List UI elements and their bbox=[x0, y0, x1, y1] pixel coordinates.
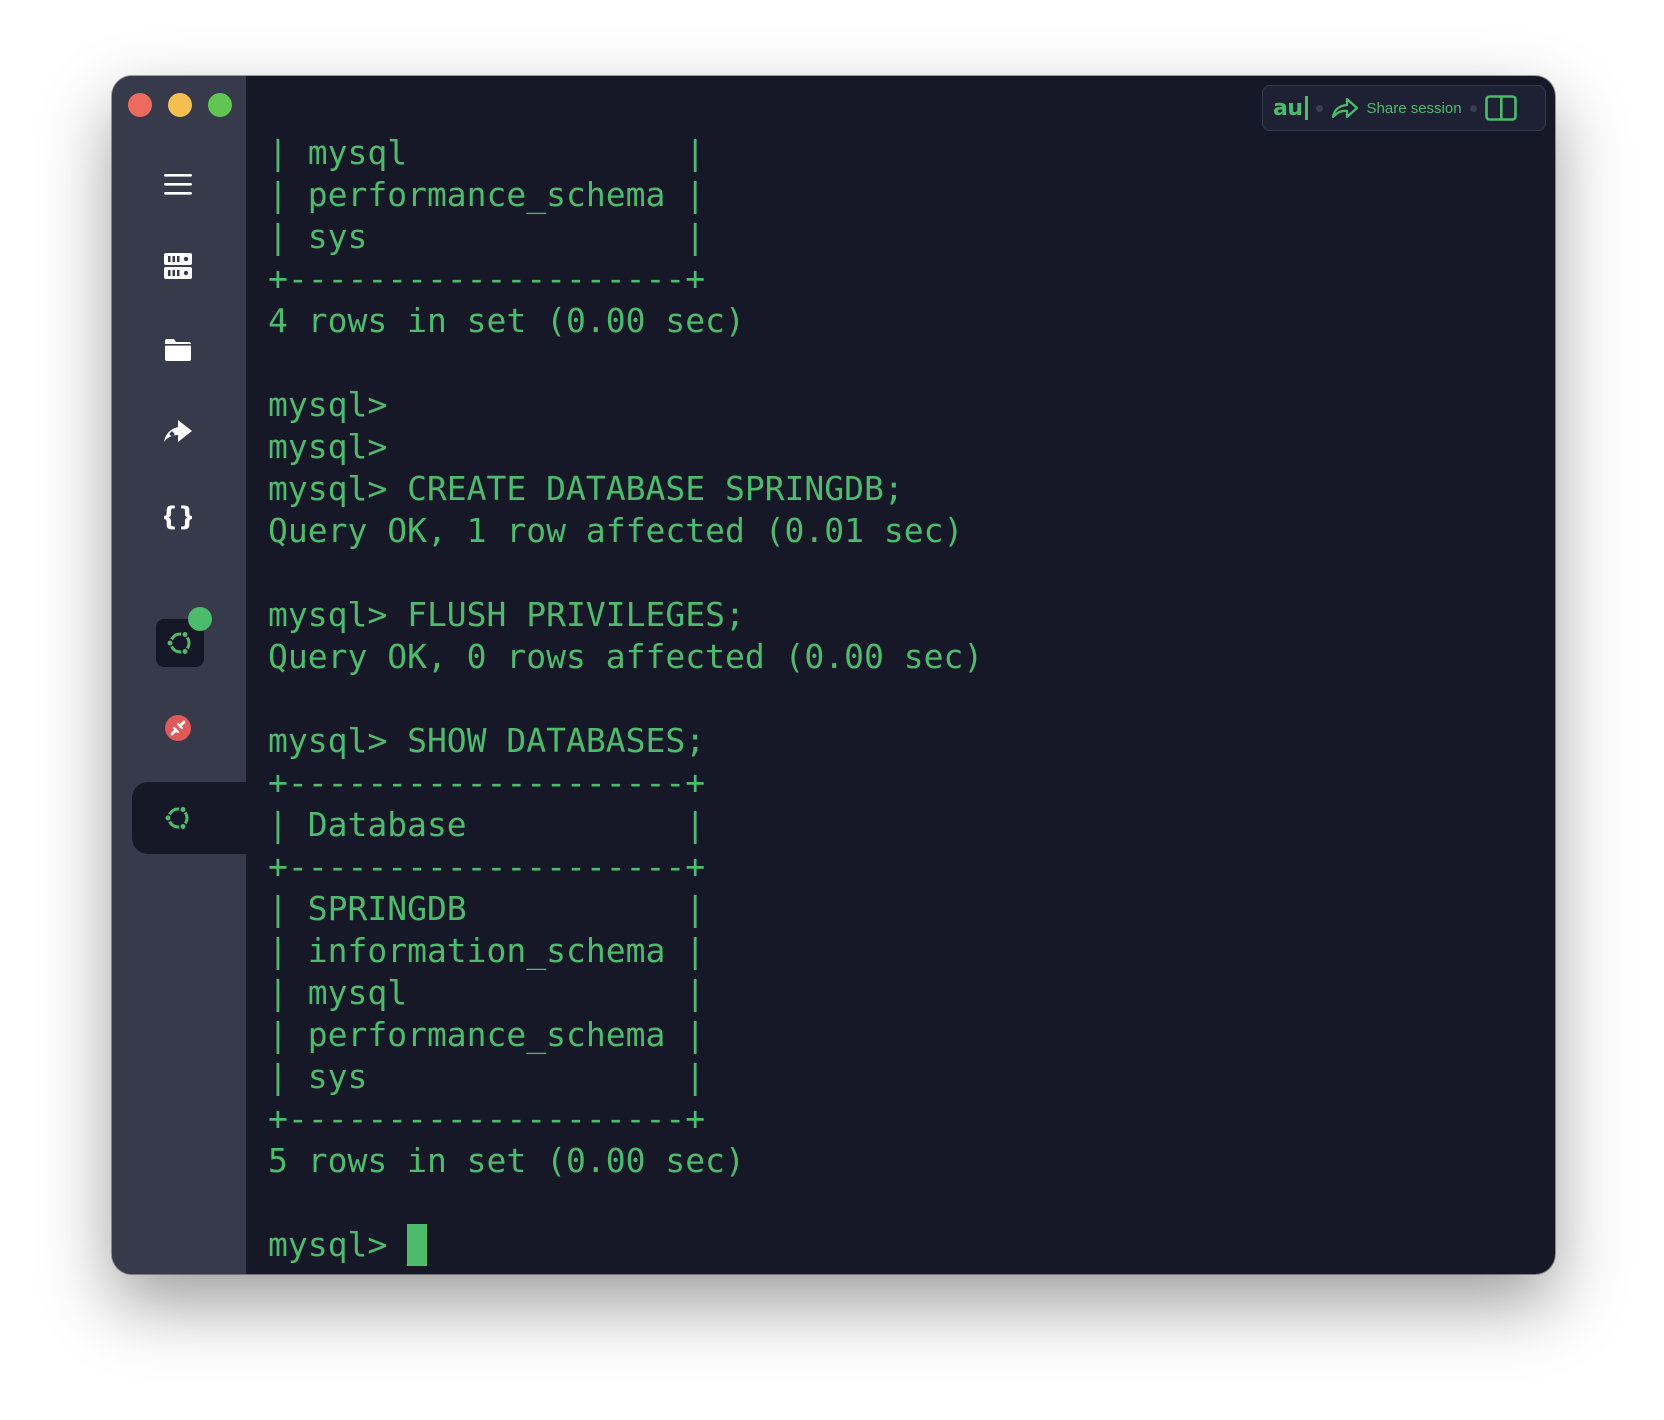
toolbar-separator bbox=[1315, 104, 1323, 112]
server-icon[interactable] bbox=[156, 244, 200, 288]
terminal-line: | sys | bbox=[268, 217, 706, 256]
terminal-line: | SPRINGDB | bbox=[268, 889, 706, 928]
terminal-line: | Database | bbox=[268, 805, 706, 844]
minimize-window-button[interactable] bbox=[168, 93, 192, 117]
terminal-line: mysql> SHOW DATABASES; bbox=[268, 721, 706, 760]
share-session-label: Share session bbox=[1366, 99, 1462, 117]
terminal-cursor bbox=[407, 1224, 428, 1266]
terminal-line: mysql> bbox=[268, 427, 388, 466]
terminal-window: {} bbox=[112, 76, 1555, 1274]
hamburger-menu-icon[interactable] bbox=[156, 162, 200, 206]
terminal-line: Query OK, 1 row affected (0.01 sec) bbox=[268, 511, 964, 550]
autocomplete-label: au bbox=[1273, 95, 1303, 121]
autocomplete-cursor-icon bbox=[1304, 96, 1308, 120]
ubuntu-icon[interactable] bbox=[156, 796, 200, 840]
session-toolbar: au Share session bbox=[1262, 85, 1546, 131]
terminal-line: | mysql | bbox=[268, 133, 706, 172]
close-window-button[interactable] bbox=[128, 93, 152, 117]
terminal-prompt: mysql> bbox=[268, 1225, 408, 1264]
folder-icon[interactable] bbox=[156, 328, 200, 372]
svg-text:{}: {} bbox=[164, 502, 192, 530]
terminal-prompt-line[interactable]: mysql> bbox=[268, 1224, 1535, 1266]
terminal-line: | information_schema | bbox=[268, 931, 706, 970]
disconnected-icon[interactable] bbox=[156, 706, 200, 750]
connected-status-dot bbox=[188, 607, 212, 631]
autocomplete-toggle[interactable]: au bbox=[1273, 96, 1308, 121]
split-view-icon[interactable] bbox=[1484, 95, 1517, 121]
terminal-line: | performance_schema | bbox=[268, 175, 706, 214]
toolbar-separator bbox=[1469, 104, 1477, 112]
maximize-window-button[interactable] bbox=[208, 93, 232, 117]
terminal-line: +--------------------+ bbox=[268, 763, 706, 802]
terminal-line: | performance_schema | bbox=[268, 1015, 706, 1054]
terminal-line: +--------------------+ bbox=[268, 847, 706, 886]
share-session-button[interactable]: Share session bbox=[1331, 97, 1462, 119]
terminal-output[interactable]: | mysql | | performance_schema | | sys | +-… bbox=[268, 132, 1535, 1266]
terminal-line: +--------------------+ bbox=[268, 1099, 706, 1138]
curly-braces-icon[interactable]: {} bbox=[156, 494, 200, 538]
terminal-line: +--------------------+ bbox=[268, 259, 706, 298]
terminal-line: | sys | bbox=[268, 1057, 706, 1096]
terminal-line: | mysql | bbox=[268, 973, 706, 1012]
share-arrow-icon bbox=[1331, 97, 1358, 119]
terminal-line: mysql> CREATE DATABASE SPRINGDB; bbox=[268, 469, 904, 508]
terminal-line: mysql> FLUSH PRIVILEGES; bbox=[268, 595, 745, 634]
terminal-line: 4 rows in set (0.00 sec) bbox=[268, 301, 745, 340]
terminal-line: Query OK, 0 rows affected (0.00 sec) bbox=[268, 637, 984, 676]
sidebar: {} bbox=[112, 76, 254, 1274]
forward-arrow-icon[interactable] bbox=[156, 410, 200, 454]
terminal-line: mysql> bbox=[268, 385, 388, 424]
terminal-line: 5 rows in set (0.00 sec) bbox=[268, 1141, 745, 1180]
